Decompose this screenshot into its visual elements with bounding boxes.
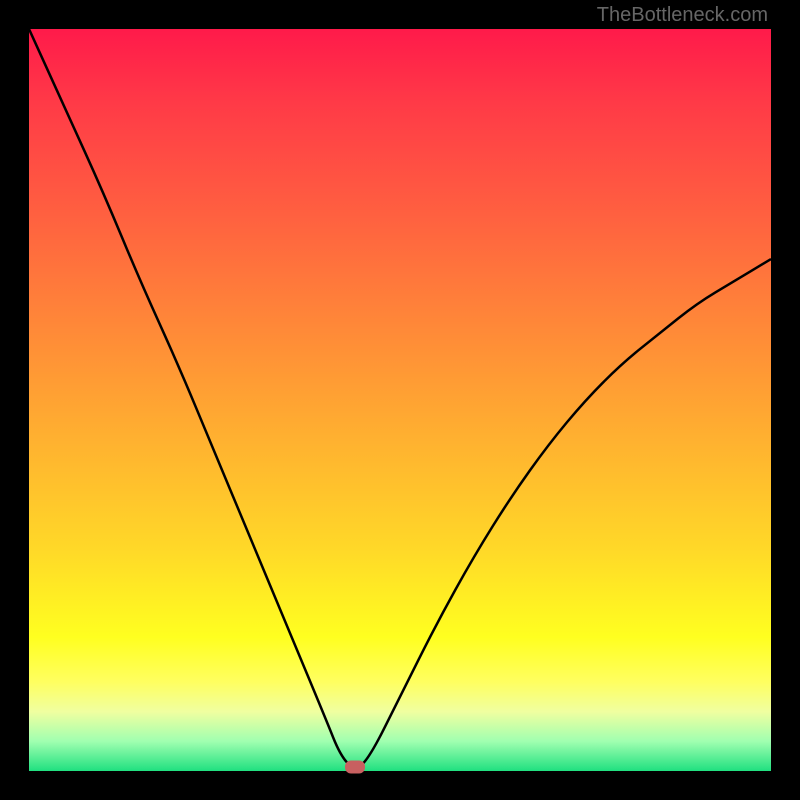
watermark-text: TheBottleneck.com <box>597 4 768 27</box>
chart-container: TheBottleneck.com <box>0 0 800 800</box>
minimum-marker <box>345 761 365 774</box>
curve-layer <box>29 29 771 771</box>
bottleneck-curve-path <box>29 29 771 767</box>
